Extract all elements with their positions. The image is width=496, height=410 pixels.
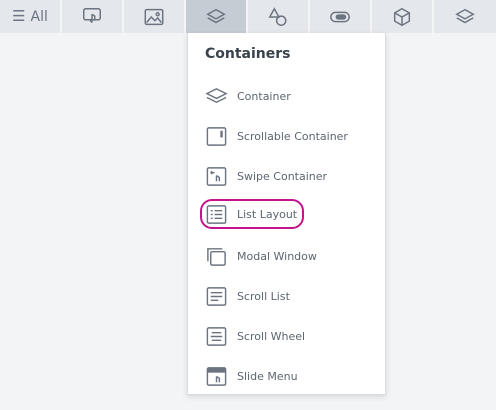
image-icon [144,8,164,25]
touch-screen-icon [83,7,101,23]
layers-icon [206,8,226,23]
stack-icon [455,8,475,23]
menu-item-scroll-wheel[interactable]: Scroll Wheel [200,321,370,351]
menu-item-label: Scrollable Container [237,129,348,143]
menu-item-label: Scroll List [237,289,290,303]
touch-category-button[interactable] [62,0,124,33]
shapes-category-button[interactable] [248,0,310,33]
toggle-icon [330,11,350,22]
slide-menu-icon [206,366,227,386]
layers-icon [205,87,228,103]
containers-dropdown-panel: Containers Container Scrollable Containe… [187,33,386,395]
controls-category-button[interactable] [310,0,372,33]
menu-item-label: Swipe Container [237,169,328,183]
stack-category-button[interactable] [434,0,496,33]
menu-item-swipe-container[interactable]: Swipe Container [200,161,370,191]
menu-item-label: Scroll Wheel [237,329,306,343]
menu-item-label: Container [237,89,291,103]
menu-item-label: List Layout [237,207,298,221]
cube-icon [393,7,411,26]
swipe-container-icon [206,166,227,186]
menu-item-slide-menu[interactable]: Slide Menu [200,361,370,391]
menu-item-label: Modal Window [237,249,317,263]
scroll-wheel-icon [206,326,227,346]
scroll-list-icon [206,286,227,306]
all-categories-button[interactable]: ☰ All [0,0,62,33]
menu-item-list-layout[interactable]: List Layout [200,199,304,229]
menu-item-scroll-list[interactable]: Scroll List [200,281,370,311]
widget-category-toolbar: ☰ All [0,0,496,33]
menu-item-label: Slide Menu [237,369,298,383]
containers-category-button[interactable] [186,0,248,33]
panel-title: Containers [205,46,291,62]
menu-item-container[interactable]: Container [200,81,370,111]
shapes-icon [268,6,287,26]
all-label: All [30,8,48,25]
scrollable-container-icon [206,126,227,146]
menu-item-scrollable-container[interactable]: Scrollable Container [200,121,370,151]
image-category-button[interactable] [124,0,186,33]
list-layout-icon [206,204,227,224]
hamburger-icon: ☰ [12,7,26,25]
modal-window-icon [207,247,226,266]
menu-item-modal-window[interactable]: Modal Window [200,241,370,271]
3d-category-button[interactable] [372,0,434,33]
